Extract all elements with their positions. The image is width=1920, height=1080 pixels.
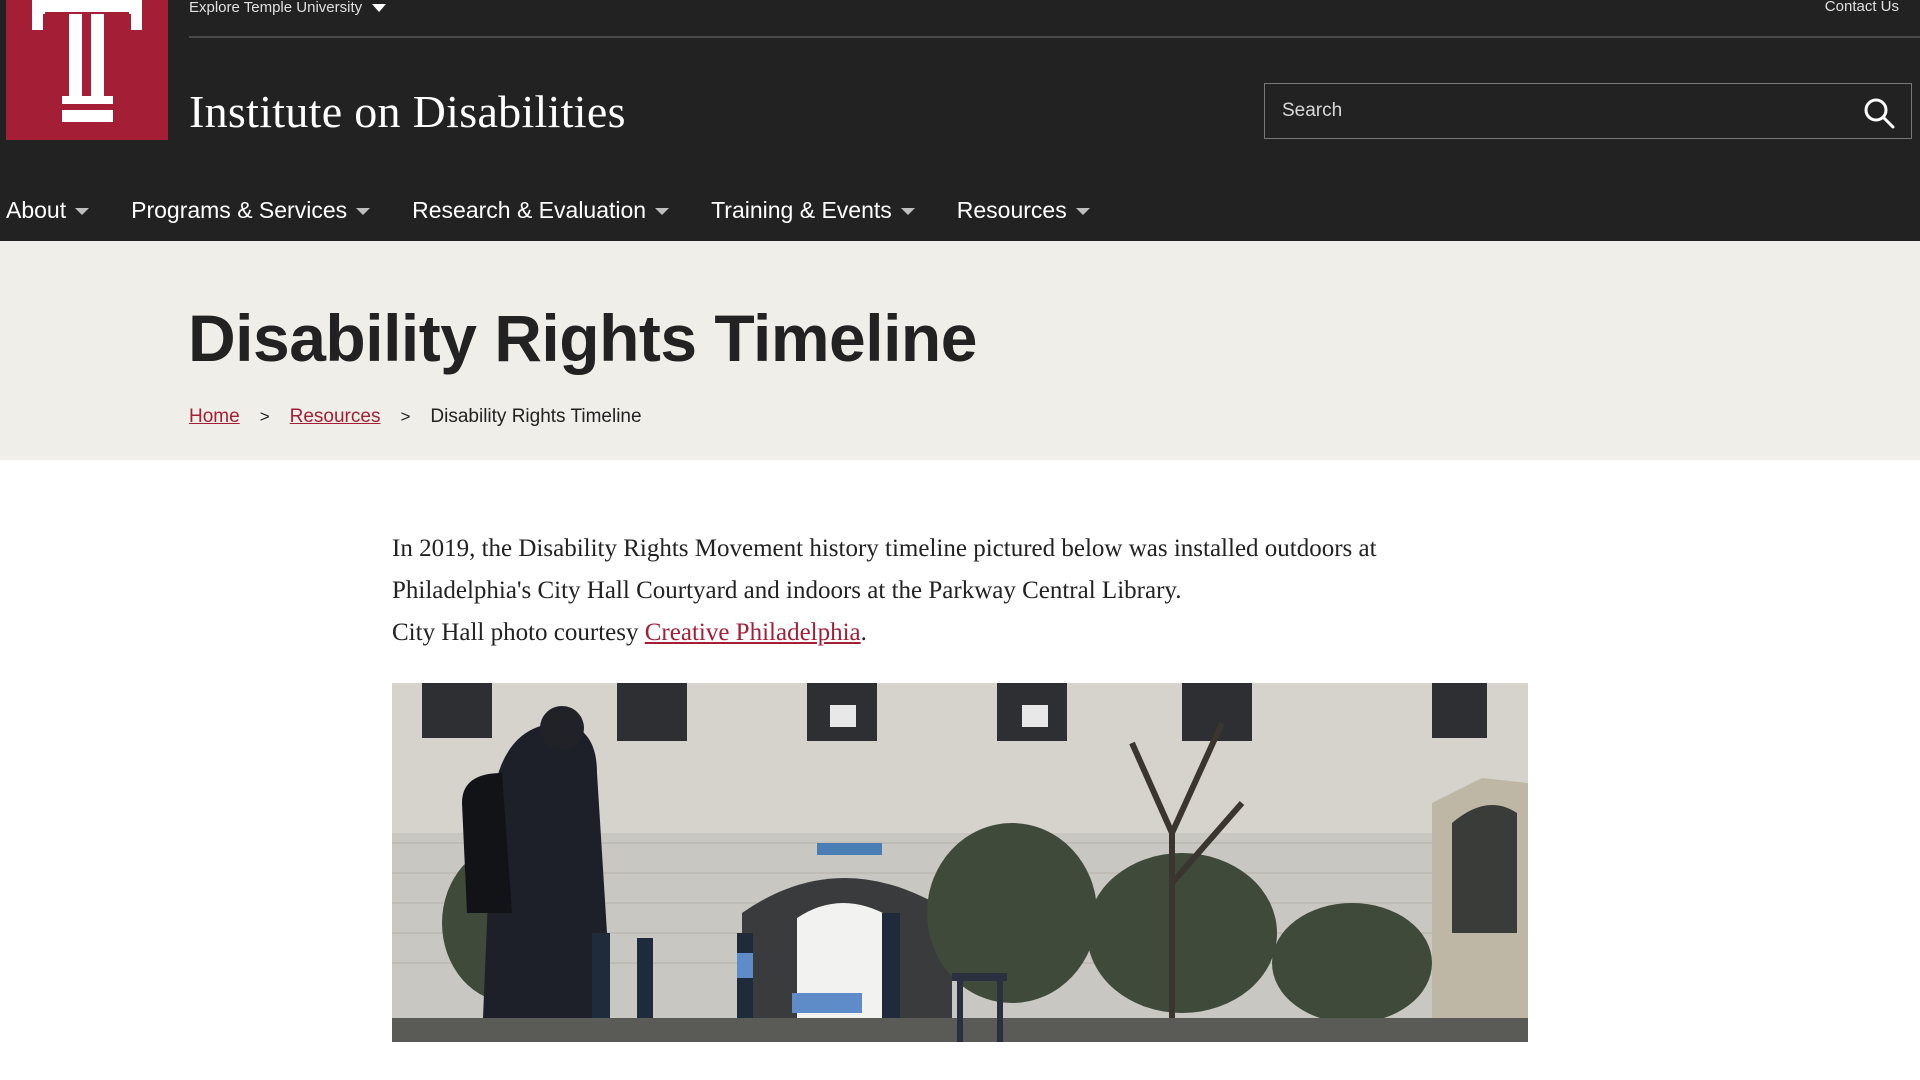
breadcrumb: Home > Resources > Disability Rights Tim… xyxy=(189,406,642,428)
site-header: Explore Temple University Contact Us Ins… xyxy=(0,0,1920,241)
nav-item-programs-services[interactable]: Programs & Services xyxy=(131,196,371,224)
temple-logo[interactable] xyxy=(6,0,168,140)
search-icon[interactable] xyxy=(1863,97,1895,129)
city-hall-photo xyxy=(392,683,1528,1042)
page-title: Disability Rights Timeline xyxy=(188,301,977,375)
nav-item-about[interactable]: About xyxy=(6,196,90,224)
nav-item-research-evaluation[interactable]: Research & Evaluation xyxy=(412,196,670,224)
explore-temple-dropdown[interactable]: Explore Temple University xyxy=(189,0,387,16)
intro-line-1: In 2019, the Disability Rights Movement … xyxy=(392,535,1377,562)
intro-line-3-prefix: City Hall photo courtesy xyxy=(392,619,645,646)
temple-t-logo-icon xyxy=(32,0,142,122)
page-banner: Disability Rights Timeline Home > Resour… xyxy=(0,241,1920,460)
contact-us-link[interactable]: Contact Us xyxy=(1825,0,1899,14)
breadcrumb-separator: > xyxy=(400,407,411,426)
nav-item-training-events[interactable]: Training & Events xyxy=(711,197,915,224)
caret-down-icon xyxy=(1075,208,1090,215)
intro-line-2: Philadelphia's City Hall Courtyard and i… xyxy=(392,577,1182,604)
explore-label: Explore Temple University xyxy=(189,0,363,16)
header-divider xyxy=(189,36,1920,38)
intro-line-3-suffix: . xyxy=(860,619,867,646)
main-content: In 2019, the Disability Rights Movement … xyxy=(392,528,1532,654)
caret-down-icon xyxy=(900,208,915,215)
breadcrumb-resources-link[interactable]: Resources xyxy=(290,406,381,428)
nav-item-label: Resources xyxy=(956,196,1067,223)
nav-item-label: Research & Evaluation xyxy=(412,196,647,223)
site-title[interactable]: Institute on Disabilities xyxy=(189,84,626,140)
nav-item-label: Programs & Services xyxy=(131,196,348,223)
creative-philadelphia-link[interactable]: Creative Philadelphia xyxy=(645,619,861,646)
breadcrumb-home-link[interactable]: Home xyxy=(189,406,240,428)
search-box xyxy=(1264,83,1912,139)
nav-item-label: About xyxy=(6,196,67,223)
intro-paragraph: In 2019, the Disability Rights Movement … xyxy=(392,528,1532,654)
caret-down-icon xyxy=(372,4,387,12)
caret-down-icon xyxy=(655,208,670,215)
caret-down-icon xyxy=(75,208,90,215)
breadcrumb-current: Disability Rights Timeline xyxy=(430,406,642,427)
nav-item-resources[interactable]: Resources xyxy=(957,197,1090,224)
breadcrumb-separator: > xyxy=(259,407,270,426)
city-hall-photo-illustration xyxy=(392,683,1528,1042)
nav-item-label: Training & Events xyxy=(711,196,892,223)
caret-down-icon xyxy=(356,208,371,215)
main-nav: About Programs & Services Research & Eva… xyxy=(0,190,1132,230)
search-input[interactable] xyxy=(1265,84,1825,138)
